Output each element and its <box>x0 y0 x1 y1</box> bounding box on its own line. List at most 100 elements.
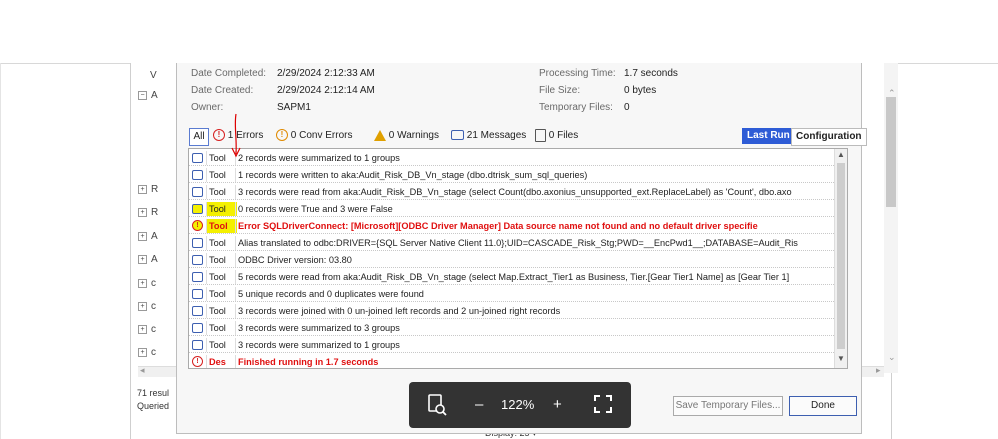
scroll-thumb[interactable] <box>837 163 845 349</box>
zoom-out-button[interactable]: – <box>475 394 483 416</box>
tree-row[interactable]: + c <box>138 347 166 361</box>
expand-icon[interactable]: + <box>138 324 147 334</box>
expand-icon[interactable]: + <box>138 231 147 241</box>
tab-files[interactable]: 0 Files <box>535 128 578 144</box>
scroll-left-icon[interactable]: ◂ <box>140 365 145 376</box>
scroll-down-icon[interactable]: ⌄ <box>888 352 896 363</box>
tree-row[interactable]: − A <box>138 90 166 104</box>
results-count: 71 resul <box>137 388 170 398</box>
tab-conv-errors[interactable]: ! 0 Conv Errors <box>276 128 352 144</box>
message-source: Tool <box>206 219 237 233</box>
expand-icon[interactable]: + <box>138 254 147 264</box>
zoom-fit-page-icon[interactable] <box>427 394 447 423</box>
tree-row[interactable]: + c <box>138 324 166 338</box>
zoom-level: 122% <box>501 397 535 412</box>
message-list: Tool 2 records were summarized to 1 group… <box>188 148 848 369</box>
save-temporary-files-button[interactable]: Save Temporary Files... <box>673 396 783 416</box>
message-icon <box>192 306 203 316</box>
message-text: 2 records were summarized to 1 groups <box>235 151 400 165</box>
list-item[interactable]: Tool ODBC Driver version: 03.80 <box>189 253 834 268</box>
list-item[interactable]: Tool 3 records were summarized to 3 group… <box>189 321 834 336</box>
vertical-scrollbar[interactable] <box>884 63 898 373</box>
results-dialog: Date Completed: 2/29/2024 2:12:33 AM Dat… <box>176 63 867 434</box>
message-icon <box>192 170 203 180</box>
message-source: Tool <box>206 321 237 335</box>
tree-row[interactable]: V <box>138 70 166 84</box>
message-icon <box>192 340 203 350</box>
tab-all[interactable]: All <box>189 128 209 146</box>
list-item[interactable]: Tool 3 records were read from aka:Audit_R… <box>189 185 834 200</box>
message-source: Tool <box>206 338 237 352</box>
expand-icon[interactable]: + <box>138 207 147 217</box>
list-item[interactable]: Tool 2 records were summarized to 1 group… <box>189 151 834 166</box>
message-text: 3 records were joined with 0 un-joined l… <box>235 304 560 318</box>
message-text: Error SQLDriverConnect: [Microsoft][ODBC… <box>235 219 758 233</box>
list-item[interactable]: Tool 5 records were read from aka:Audit_R… <box>189 270 834 285</box>
message-text: ODBC Driver version: 03.80 <box>235 253 352 267</box>
conversion-error-icon: ! <box>276 129 288 142</box>
list-item[interactable]: ! Des Finished running in 1.7 seconds <box>189 355 834 368</box>
list-item[interactable]: Tool 1 records were written to aka:Audit_… <box>189 168 834 183</box>
left-divider <box>0 63 1 439</box>
message-text: Alias translated to odbc:DRIVER={SQL Ser… <box>235 236 798 250</box>
expand-icon[interactable]: + <box>138 278 147 288</box>
message-text: Finished running in 1.7 seconds <box>235 355 378 368</box>
message-icon <box>451 130 464 141</box>
tab-warnings[interactable]: 0 Warnings <box>374 128 439 144</box>
message-source: Des <box>206 355 237 368</box>
message-source: Tool <box>206 168 237 182</box>
expand-icon[interactable]: + <box>138 184 147 194</box>
message-icon <box>192 238 203 248</box>
error-icon: ! <box>192 220 203 231</box>
list-item[interactable]: Tool 0 records were True and 3 were False <box>189 202 834 217</box>
message-source: Tool <box>206 185 237 199</box>
message-text: 3 records were read from aka:Audit_Risk_… <box>235 185 792 199</box>
message-source: Tool <box>206 253 237 267</box>
queried-label: Queried <box>137 401 170 411</box>
annotation-arrow-icon <box>231 113 241 158</box>
message-icon <box>192 204 203 214</box>
scroll-right-icon[interactable]: ▸ <box>876 365 881 376</box>
scroll-thumb[interactable] <box>886 97 896 207</box>
message-icon <box>192 289 203 299</box>
message-source: Tool <box>206 304 237 318</box>
message-icon <box>192 255 203 265</box>
list-item[interactable]: Tool 3 records were joined with 0 un-join… <box>189 304 834 319</box>
configuration-button[interactable]: Configuration <box>791 128 867 146</box>
message-icon <box>192 187 203 197</box>
tree-row[interactable]: + R <box>138 184 166 198</box>
tree-row[interactable]: + A <box>138 231 166 245</box>
tree-row[interactable]: + c <box>138 278 166 292</box>
list-item[interactable]: Tool 3 records were summarized to 1 group… <box>189 338 834 353</box>
last-run-button[interactable]: Last Run <box>742 128 795 144</box>
done-button[interactable]: Done <box>789 396 857 416</box>
expand-icon[interactable]: + <box>138 301 147 311</box>
scroll-up-icon[interactable]: ▲ <box>837 150 845 159</box>
fullscreen-icon[interactable] <box>593 394 613 421</box>
error-icon: ! <box>213 129 225 142</box>
message-source: Tool <box>206 270 237 284</box>
zoom-toolbar: – 122% + <box>409 382 631 428</box>
tree-row[interactable]: + c <box>138 301 166 315</box>
tab-messages[interactable]: 21 Messages <box>451 128 526 144</box>
scroll-down-icon[interactable]: ▼ <box>837 354 845 363</box>
warning-icon <box>374 129 386 141</box>
list-item[interactable]: Tool 5 unique records and 0 duplicates we… <box>189 287 834 302</box>
message-text: 5 unique records and 0 duplicates were f… <box>235 287 424 301</box>
message-list-scrollbar[interactable]: ▲ ▼ <box>834 149 847 368</box>
list-item[interactable]: Tool Alias translated to odbc:DRIVER={SQL… <box>189 236 834 251</box>
expand-icon[interactable]: + <box>138 347 147 357</box>
list-item[interactable]: ! Tool Error SQLDriverConnect: [Microsoft]… <box>189 219 834 234</box>
message-icon <box>192 323 203 333</box>
collapse-icon[interactable]: − <box>138 90 147 100</box>
tree-row[interactable]: + A <box>138 254 166 268</box>
message-text: 1 records were written to aka:Audit_Risk… <box>235 168 587 182</box>
tree-row[interactable]: + R <box>138 207 166 221</box>
message-source: Tool <box>206 287 237 301</box>
scroll-up-icon[interactable]: ⌃ <box>888 88 896 99</box>
message-text: 5 records were read from aka:Audit_Risk_… <box>235 270 789 284</box>
message-text: 0 records were True and 3 were False <box>235 202 393 216</box>
message-text: 3 records were summarized to 3 groups <box>235 321 400 335</box>
message-icon <box>192 272 203 282</box>
zoom-in-button[interactable]: + <box>553 394 562 416</box>
